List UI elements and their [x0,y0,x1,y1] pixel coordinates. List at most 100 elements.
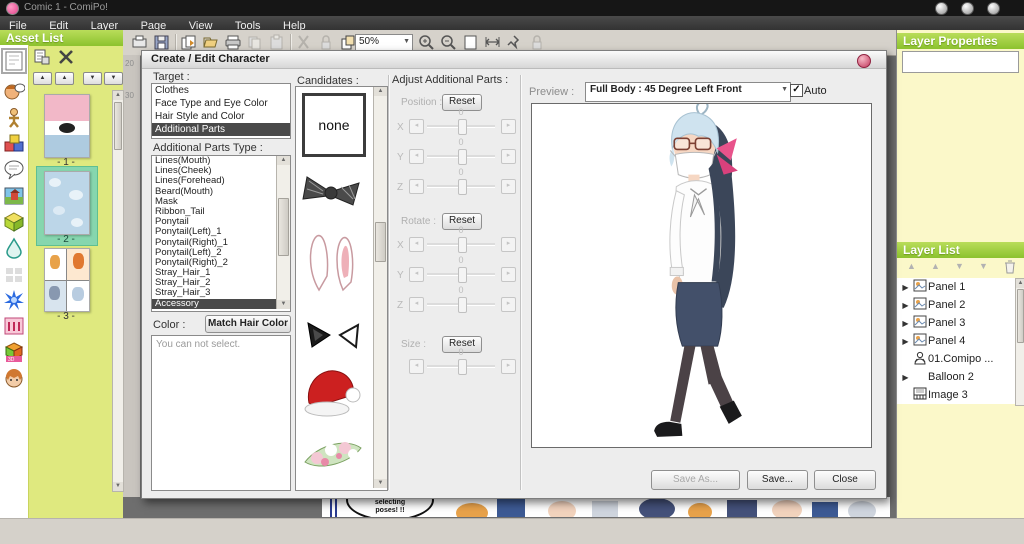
target-listbox[interactable]: Clothes Face Type and Eye Color Hair Sty… [151,83,291,139]
target-item[interactable]: Hair Style and Color [152,110,290,123]
increment-button[interactable]: ▸ [501,179,516,194]
comic-page-fragment[interactable]: selecting poses! !! [322,497,890,517]
scrollbar-thumb[interactable] [1017,289,1024,343]
scrollbar-thumb[interactable] [278,198,289,256]
decrement-button[interactable]: ◂ [409,179,424,194]
slider-thumb[interactable] [458,149,467,165]
layer-row-character[interactable]: 01.Comipo ... [897,350,1016,368]
slider-thumb[interactable] [458,119,467,135]
increment-button[interactable]: ▸ [501,297,516,312]
candidate-bunny-ears[interactable] [305,230,361,294]
speech-balloon[interactable]: selecting poses! !! [346,497,434,517]
asset-tab-3d-cube-icon[interactable]: 3D [3,341,25,363]
decrement-button[interactable]: ◂ [409,237,424,252]
candidate-cat-ears[interactable] [304,317,364,353]
asset-tab-item-icon[interactable] [3,133,25,155]
slider-track[interactable] [427,273,495,276]
slider-thumb[interactable] [458,297,467,313]
target-item-selected[interactable]: Additional Parts [152,123,290,136]
scroll-up-icon[interactable]: ▲ [277,156,290,165]
asset-tab-effect-flash-icon[interactable] [3,289,25,311]
preview-view-select[interactable]: Full Body : 45 Degree Left Front ▼ [585,82,791,102]
candidate-none[interactable]: none [302,93,366,157]
open-icon[interactable] [202,34,220,51]
layer-row-panel3[interactable]: ▶ Panel 3 [897,314,1016,332]
candidate-santa-hat[interactable] [301,365,365,419]
decrement-button[interactable]: ◂ [409,297,424,312]
slider-track[interactable] [427,243,495,246]
asset-tab-face-icon[interactable] [3,367,25,389]
slider-thumb[interactable] [458,359,467,375]
add-page-icon[interactable] [180,34,198,51]
parts-type-listbox[interactable]: Lines(Mouth) Lines(Cheek) Lines(Forehead… [151,155,291,312]
slider-track[interactable] [427,303,495,306]
asset-tab-character-icon[interactable] [3,81,25,103]
prev-page-button[interactable]: ▲ [55,72,74,85]
dialog-title-bar[interactable]: Create / Edit Character [142,51,886,69]
page-thumbnail-3[interactable] [44,248,90,312]
save-button[interactable]: Save... [747,470,808,490]
scroll-down-icon[interactable]: ▼ [113,482,123,491]
decrement-button[interactable]: ◂ [409,149,424,164]
page-thumbnail-2[interactable] [44,171,90,235]
dialog-close-icon[interactable] [857,54,871,68]
delete-layer-icon[interactable] [1003,259,1017,280]
scroll-up-icon[interactable]: ▲ [113,91,123,100]
expand-icon[interactable]: ▶ [900,337,911,346]
scroll-down-icon[interactable]: ▼ [277,300,290,309]
slider-thumb[interactable] [458,179,467,195]
slider-thumb[interactable] [458,267,467,283]
candidate-plaid-bow[interactable] [301,169,365,213]
parts-type-scrollbar[interactable]: ▲ ▼ [276,156,290,309]
save-icon[interactable] [153,34,171,51]
zoom-out-icon[interactable] [440,34,458,51]
increment-button[interactable]: ▸ [501,149,516,164]
increment-button[interactable]: ▸ [501,237,516,252]
layer-row-balloon[interactable]: ▶ Balloon 2 [897,368,1016,386]
maximize-button[interactable] [961,2,974,15]
layer-list-scrollbar[interactable]: ▲ [1015,278,1024,406]
asset-tab-pose-icon[interactable] [3,107,25,129]
asset-tab-page-icon[interactable] [3,50,25,72]
page-thumbnail-1[interactable] [44,94,90,158]
first-page-button[interactable]: ▲ [33,72,52,85]
layer-row-panel1[interactable]: ▶ Panel 1 [897,278,1016,296]
layer-down-icon[interactable]: ▼ [955,261,964,271]
asset-tab-balloon-icon[interactable] [3,159,25,181]
parts-type-item-selected[interactable]: Accessory [152,299,277,309]
target-item[interactable]: Clothes [152,84,290,97]
scrollbar-thumb[interactable] [114,102,122,150]
decrement-button[interactable]: ◂ [409,359,424,374]
match-hair-color-button[interactable]: Match Hair Color [205,315,291,333]
expand-icon[interactable]: ▶ [900,373,911,382]
delete-page-icon[interactable] [58,49,74,70]
asset-list-scrollbar[interactable]: ▲ ▼ [112,90,124,492]
slider-track[interactable] [427,155,495,158]
next-page-button[interactable]: ▼ [83,72,102,85]
asset-tab-background-icon[interactable] [3,185,25,207]
asset-tab-3d-item-icon[interactable] [3,211,25,233]
slider-track[interactable] [427,185,495,188]
last-page-button[interactable]: ▼ [104,72,123,85]
fit-width-icon[interactable] [484,34,502,51]
candidates-scrollbar[interactable]: ▲ ▼ [373,87,387,488]
increment-button[interactable]: ▸ [501,119,516,134]
layer-up-icon[interactable]: ▲ [907,261,916,271]
asset-tab-text-icon[interactable] [3,315,25,337]
layer-bottom-icon[interactable]: ▼ [979,261,988,271]
expand-icon[interactable]: ▶ [900,283,911,292]
pin-tool-icon[interactable] [506,34,524,51]
auto-checkbox[interactable]: ✓ [790,84,803,97]
fit-page-icon[interactable] [462,34,480,51]
layer-top-icon[interactable]: ▲ [931,261,940,271]
print-page-icon[interactable] [131,34,149,51]
layer-properties-field[interactable] [902,51,1019,73]
print-icon[interactable] [224,34,242,51]
asset-tab-effect-drop-icon[interactable] [3,237,25,259]
close-dialog-button[interactable]: Close [814,470,876,490]
zoom-in-icon[interactable] [418,34,436,51]
slider-thumb[interactable] [458,237,467,253]
decrement-button[interactable]: ◂ [409,267,424,282]
scrollbar-thumb[interactable] [375,222,386,262]
scroll-up-icon[interactable]: ▲ [1016,279,1024,288]
